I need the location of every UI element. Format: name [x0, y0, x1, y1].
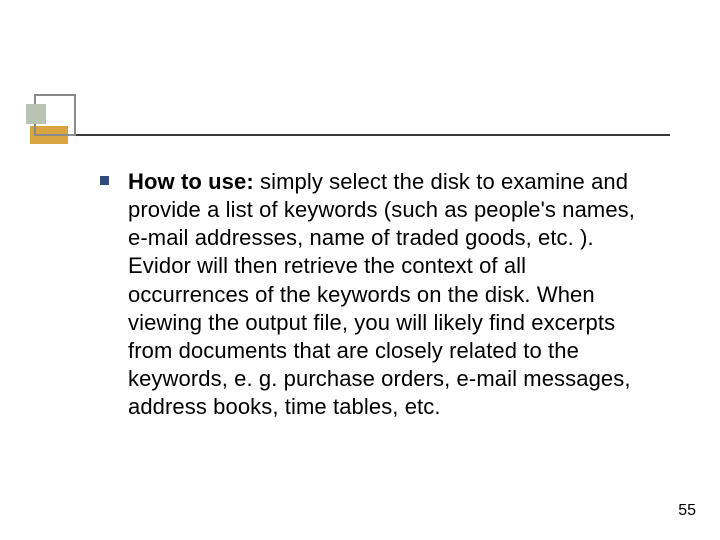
bullet-block: How to use: simply select the disk to ex…	[92, 168, 652, 421]
header-square-filled	[26, 104, 46, 124]
bullet-body: simply select the disk to examine and pr…	[128, 169, 635, 419]
bullet-text: How to use: simply select the disk to ex…	[92, 168, 652, 421]
page-number: 55	[678, 502, 696, 520]
bullet-lead: How to use:	[128, 169, 254, 194]
header-rule	[30, 134, 670, 136]
slide: How to use: simply select the disk to ex…	[0, 0, 720, 540]
